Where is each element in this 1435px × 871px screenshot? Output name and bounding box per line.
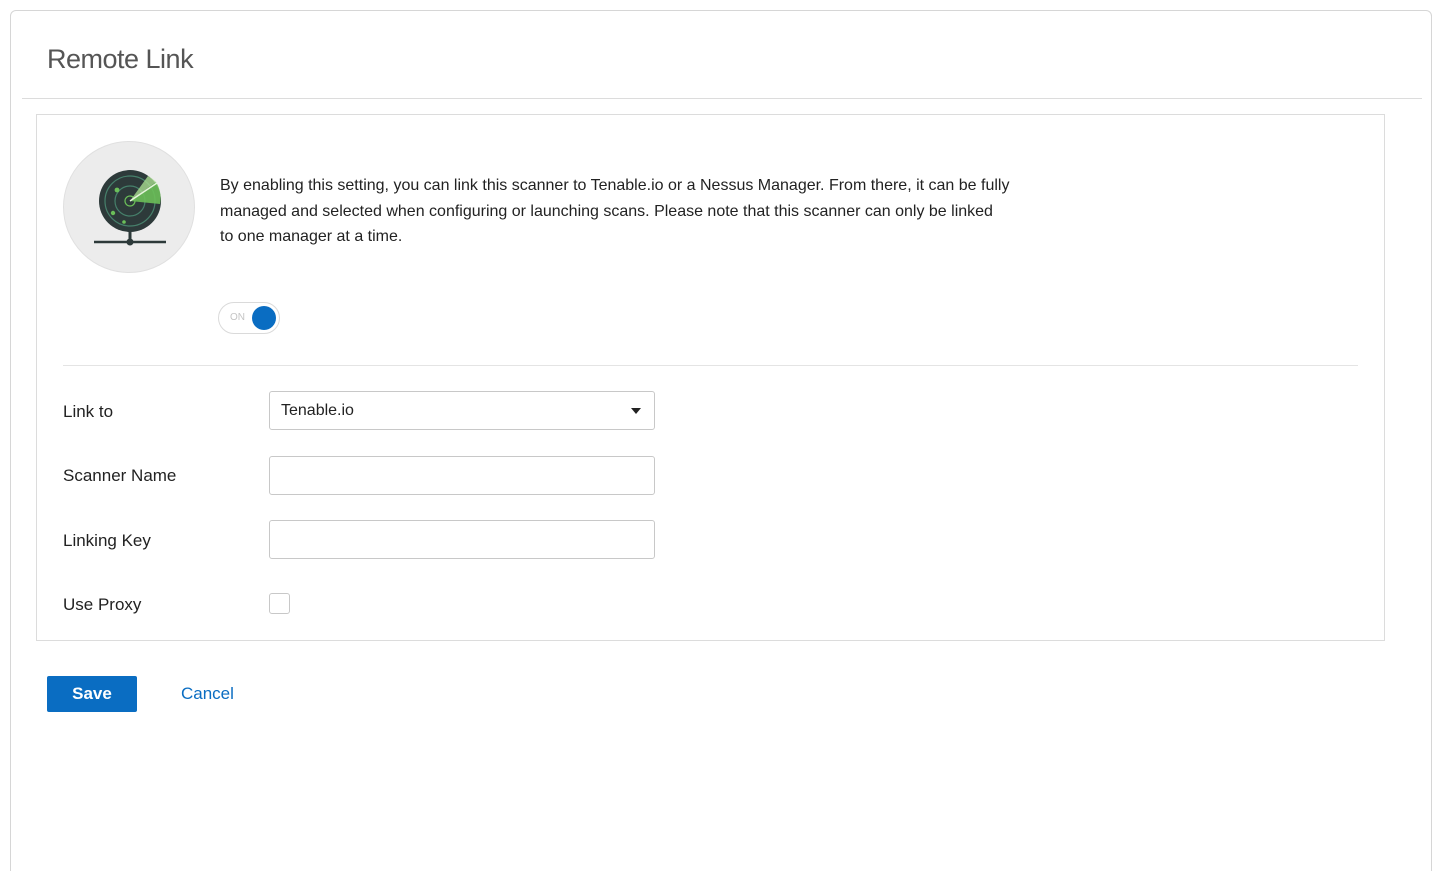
use-proxy-label: Use Proxy	[63, 595, 142, 614]
page-title: Remote Link	[47, 44, 194, 74]
caret-down-icon	[631, 408, 641, 414]
remote-link-panel: By enabling this setting, you can link t…	[36, 114, 1385, 641]
save-button[interactable]: Save	[47, 676, 137, 712]
link-to-label: Link to	[63, 402, 114, 421]
scanner-name-input[interactable]	[269, 456, 655, 495]
cancel-link[interactable]: Cancel	[181, 684, 234, 704]
link-to-value: Tenable.io	[281, 402, 354, 419]
panel-divider	[63, 365, 1358, 366]
remote-link-toggle[interactable]: ON	[218, 302, 280, 334]
toggle-knob	[252, 306, 276, 330]
use-proxy-checkbox[interactable]	[269, 593, 290, 614]
scanner-name-label: Scanner Name	[63, 466, 177, 485]
toggle-label: ON	[230, 312, 245, 323]
linking-key-label: Linking Key	[63, 531, 151, 550]
remote-link-description: By enabling this setting, you can link t…	[220, 177, 1010, 245]
title-divider	[22, 98, 1422, 99]
linking-key-input[interactable]	[269, 520, 655, 559]
link-to-select[interactable]: Tenable.io	[269, 391, 655, 430]
radar-scanner-icon	[63, 141, 195, 273]
